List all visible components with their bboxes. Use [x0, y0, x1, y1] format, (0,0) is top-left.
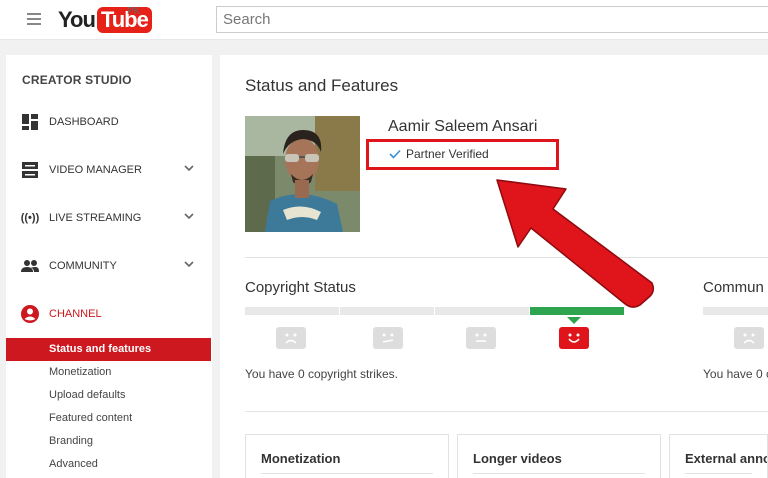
partner-verified-status: Partner Verified — [389, 147, 489, 161]
sidebar-item-channel[interactable]: CHANNEL — [6, 294, 212, 334]
sidebar-subitem-featured-content[interactable]: Featured content — [6, 407, 211, 430]
status-pointer — [567, 317, 581, 324]
sidebar-subitem-advanced[interactable]: Advanced — [6, 453, 211, 476]
sidebar-item-live-streaming[interactable]: ((•)) LIVE STREAMING — [6, 198, 212, 238]
sidebar-subitem-monetization[interactable]: Monetization — [6, 361, 211, 384]
feature-card-external-annotations[interactable]: External anno — [669, 434, 768, 478]
sidebar-item-label: COMMUNITY — [49, 260, 117, 272]
sad-face-icon — [276, 327, 306, 349]
sidebar-item-label: LIVE STREAMING — [49, 212, 142, 224]
menu-icon[interactable] — [27, 13, 41, 25]
search-input[interactable]: Search — [216, 6, 768, 33]
feature-card-title: External anno — [685, 451, 768, 466]
sidebar-item-label: VIDEO MANAGER — [49, 164, 142, 176]
chevron-down-icon[interactable] — [184, 163, 194, 173]
page-title: Status and Features — [245, 76, 399, 95]
sidebar-subitem-upload-defaults[interactable]: Upload defaults — [6, 384, 211, 407]
sidebar-item-community[interactable]: COMMUNITY — [6, 246, 212, 286]
logo-you-text: You — [58, 7, 96, 32]
copyright-meter-segment-active — [530, 307, 624, 315]
chevron-down-icon[interactable] — [184, 259, 194, 269]
dashboard-icon — [20, 112, 40, 132]
community-strikes-text: You have 0 c — [703, 367, 768, 381]
feature-card-monetization[interactable]: Monetization — [245, 434, 449, 478]
community-status-title: Commun — [703, 279, 764, 296]
sad-face-icon — [734, 327, 764, 349]
main-panel: Status and Features Aamir Saleem Ansari … — [220, 55, 768, 478]
sidebar-item-video-manager[interactable]: VIDEO MANAGER — [6, 150, 212, 190]
copyright-status-title: Copyright Status — [245, 279, 356, 296]
feature-card-title: Monetization — [261, 451, 341, 466]
unhappy-face-icon — [373, 327, 403, 349]
chevron-down-icon[interactable] — [184, 211, 194, 221]
community-icon — [20, 256, 40, 276]
sidebar-item-label: DASHBOARD — [49, 116, 119, 128]
happy-face-icon — [559, 327, 589, 349]
live-streaming-icon: ((•)) — [20, 212, 40, 224]
checkmark-icon — [389, 149, 401, 159]
sidebar: CREATOR STUDIO DASHBOARD VIDEO MANAGER (… — [6, 55, 212, 478]
sidebar-title: CREATOR STUDIO — [22, 73, 132, 87]
top-bar: You Tube PK Search — [0, 0, 768, 40]
partner-verified-label: Partner Verified — [406, 147, 489, 161]
channel-icon — [20, 304, 40, 324]
copyright-meter-segment — [340, 307, 434, 315]
copyright-meter-segment — [245, 307, 339, 315]
video-manager-icon — [20, 160, 40, 180]
channel-avatar[interactable] — [245, 116, 360, 232]
divider — [245, 411, 768, 412]
logo-tube-text: Tube — [96, 7, 152, 33]
neutral-face-icon — [466, 327, 496, 349]
community-meter-segment — [703, 307, 768, 315]
feature-card-title: Longer videos — [473, 451, 562, 466]
sidebar-item-label: CHANNEL — [49, 308, 102, 320]
sidebar-subitem-status-and-features[interactable]: Status and features — [6, 338, 211, 361]
copyright-meter-segment — [435, 307, 529, 315]
logo-region: PK — [127, 6, 141, 17]
sidebar-item-dashboard[interactable]: DASHBOARD — [6, 102, 212, 142]
feature-card-longer-videos[interactable]: Longer videos — [457, 434, 661, 478]
copyright-strikes-text: You have 0 copyright strikes. — [245, 367, 398, 381]
channel-name: Aamir Saleem Ansari — [388, 118, 538, 135]
divider — [245, 257, 768, 258]
sidebar-subitem-branding[interactable]: Branding — [6, 430, 211, 453]
